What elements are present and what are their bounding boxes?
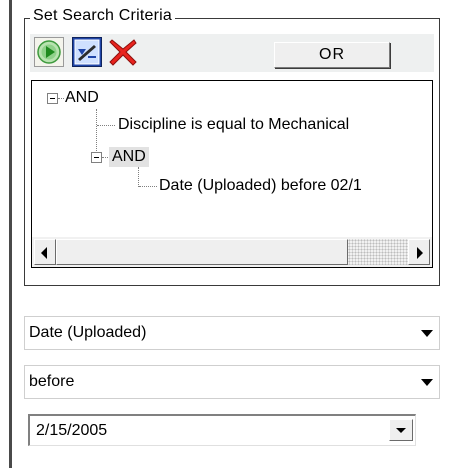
tree-connector xyxy=(102,157,108,158)
date-value[interactable]: 2/15/2005 xyxy=(36,421,107,441)
scroll-right-button[interactable] xyxy=(408,239,430,265)
run-query-icon[interactable] xyxy=(34,37,64,67)
scroll-left-button[interactable] xyxy=(34,239,56,265)
edit-criteria-icon[interactable] xyxy=(72,37,102,67)
chevron-down-icon[interactable] xyxy=(421,330,433,337)
or-button[interactable]: OR xyxy=(274,42,390,68)
scroll-track[interactable] xyxy=(348,239,408,265)
tree-node-and[interactable]: AND xyxy=(109,147,149,167)
field-select-value: Date (Uploaded) xyxy=(29,324,147,341)
operator-select-value: before xyxy=(29,373,75,390)
operator-select[interactable]: before xyxy=(24,365,440,399)
date-picker[interactable]: 2/15/2005 xyxy=(28,414,416,446)
collapse-root-icon[interactable] xyxy=(47,93,58,104)
criteria-toolbar: OR xyxy=(30,34,434,72)
criteria-tree[interactable]: AND Discipline is equal to Mechanical AN… xyxy=(31,80,433,268)
tree-connector xyxy=(96,109,97,157)
collapse-and-icon[interactable] xyxy=(91,152,102,163)
left-border-line xyxy=(9,0,12,468)
chevron-down-icon xyxy=(396,428,406,433)
horizontal-scrollbar[interactable] xyxy=(32,237,432,267)
tree-node-date[interactable]: Date (Uploaded) before 02/1 xyxy=(159,176,362,196)
tree-connector xyxy=(97,125,115,126)
tree-connector xyxy=(138,167,139,187)
tree-node-discipline[interactable]: Discipline is equal to Mechanical xyxy=(118,115,349,135)
tree-connector xyxy=(139,186,157,187)
field-select[interactable]: Date (Uploaded) xyxy=(24,316,440,350)
date-dropdown-button[interactable] xyxy=(389,419,413,441)
chevron-down-icon[interactable] xyxy=(421,379,433,386)
scroll-thumb[interactable] xyxy=(56,239,348,265)
tree-node-root[interactable]: AND xyxy=(65,88,99,108)
tree-connector xyxy=(58,98,64,99)
delete-icon[interactable] xyxy=(108,37,138,67)
group-title: Set Search Criteria xyxy=(30,6,175,26)
